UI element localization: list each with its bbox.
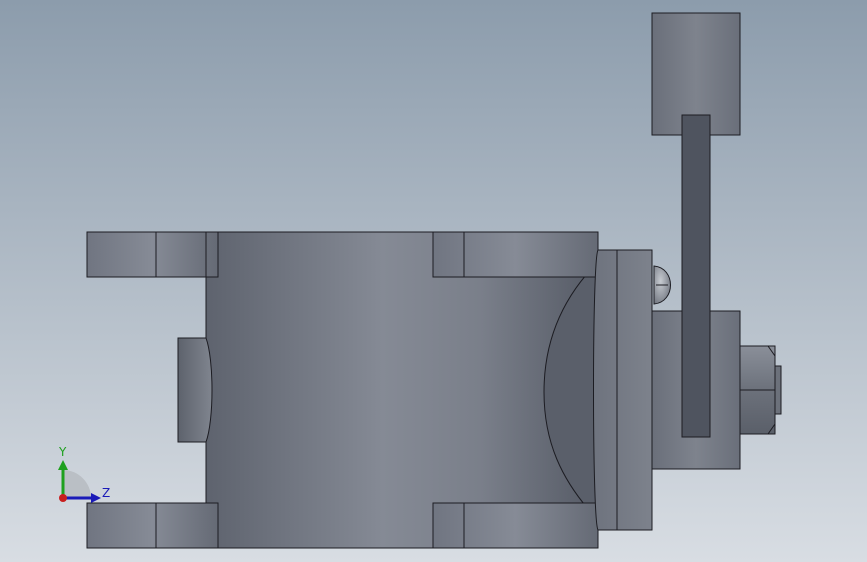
cad-viewport[interactable]: Y Z <box>0 0 867 562</box>
triad-label-y: Y <box>58 445 67 459</box>
triad-label-z: Z <box>102 486 110 500</box>
left-seat[interactable] <box>177 337 213 443</box>
triad-x-dot-icon <box>59 494 67 502</box>
bonnet-flange[interactable] <box>593 249 653 531</box>
valve-body[interactable] <box>205 231 599 549</box>
hex-nut[interactable] <box>739 345 782 435</box>
handle-lever[interactable] <box>681 114 711 438</box>
